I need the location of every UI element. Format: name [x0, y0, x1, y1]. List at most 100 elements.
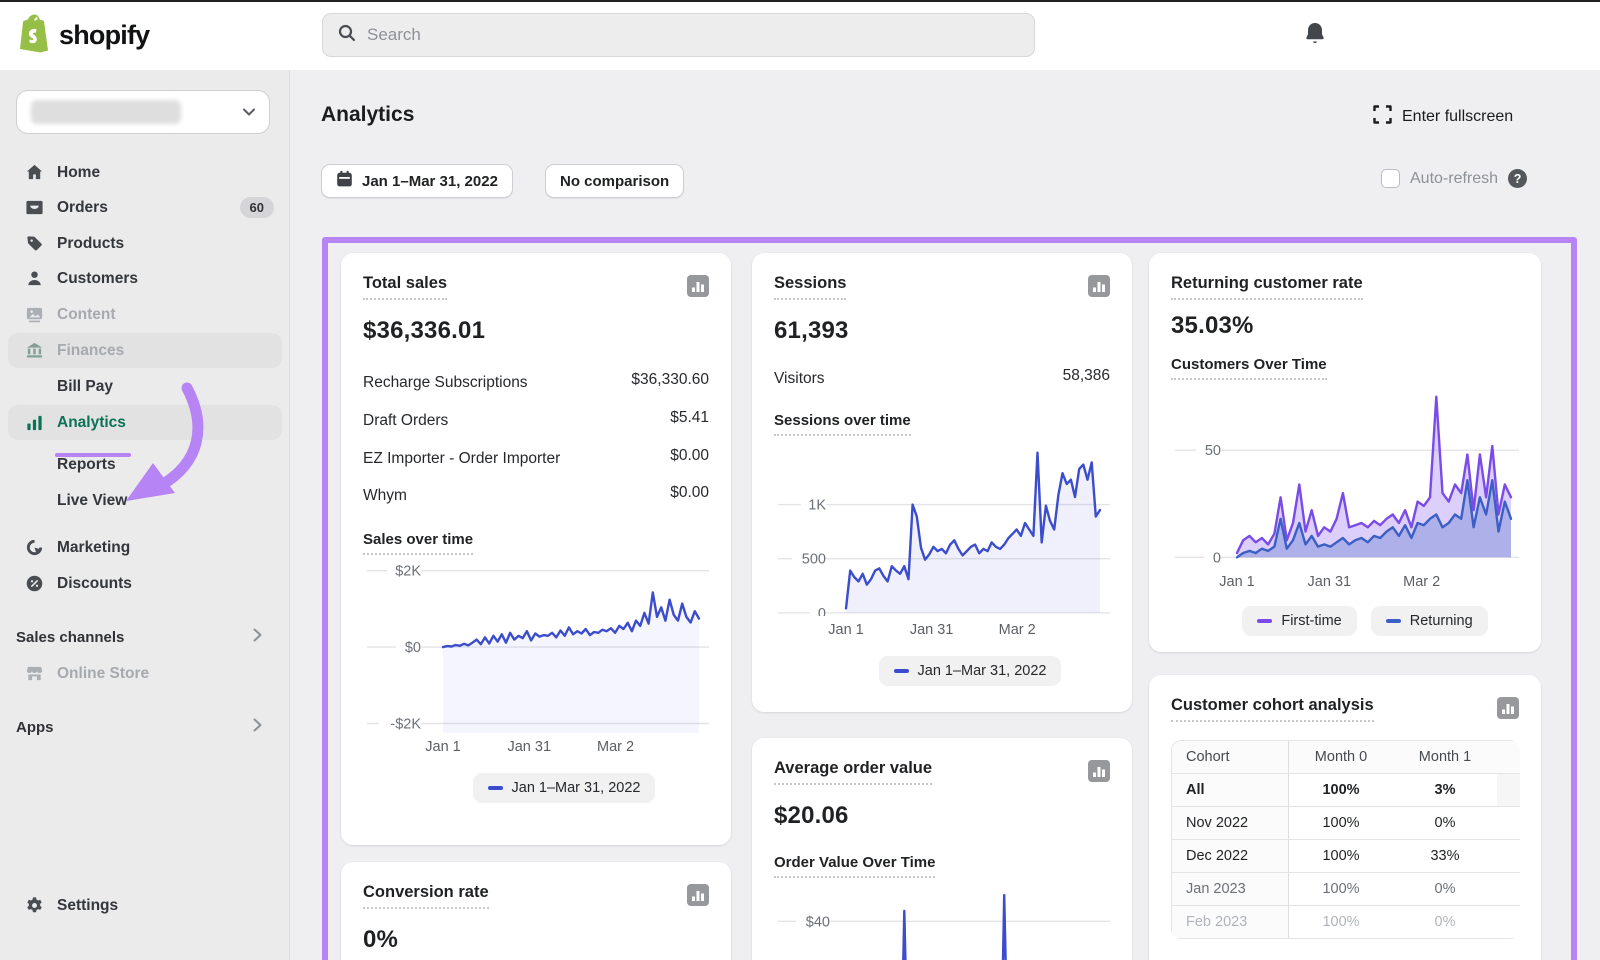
view-report-chart-icon[interactable]: [687, 275, 709, 302]
sidebar-item-home[interactable]: Home: [8, 155, 282, 190]
x-axis-labels: Jan 1 Jan 31 Mar 2: [774, 622, 1110, 644]
store-selector[interactable]: [16, 90, 270, 134]
sales-over-time-chart: $2K$0-$2K: [363, 565, 709, 733]
sidebar-item-discounts[interactable]: Discounts: [8, 566, 282, 601]
svg-text:50: 50: [1205, 443, 1221, 459]
card-conversion-rate: Conversion rate 0%: [341, 862, 731, 960]
page-title: Analytics: [321, 103, 414, 127]
cohort-row[interactable]: Dec 2022100%33%: [1171, 840, 1520, 873]
image-icon: [24, 304, 45, 325]
help-question-icon[interactable]: ?: [1508, 169, 1527, 188]
cohort-row[interactable]: Feb 2023100%0%: [1171, 906, 1520, 939]
tag-icon: [24, 233, 45, 254]
sidebar-section-sales-channels[interactable]: Sales channels: [16, 620, 274, 654]
sidebar-item-live-view[interactable]: Live View: [8, 483, 282, 518]
comparison-button[interactable]: No comparison: [545, 164, 684, 198]
card-title[interactable]: Conversion rate: [363, 883, 489, 909]
sidebar-item-content[interactable]: Content: [8, 297, 282, 332]
search-input[interactable]: [367, 25, 1020, 45]
sidebar-item-finances[interactable]: Finances: [8, 333, 282, 368]
card-total-sales: Total sales $36,336.01 Recharge Subscrip…: [341, 253, 731, 845]
svg-text:$40: $40: [806, 914, 830, 930]
sidebar-item-products[interactable]: Products: [8, 226, 282, 261]
customers-over-time-chart: 500: [1171, 386, 1519, 568]
search-icon: [337, 23, 357, 48]
shopify-logo[interactable]: shopify: [16, 13, 149, 58]
shopify-admin: shopify Home Orders 60: [0, 0, 1600, 960]
sidebar-item-orders[interactable]: Orders 60: [8, 190, 282, 225]
global-search[interactable]: [322, 13, 1035, 57]
order-value-over-time-chart: $40: [774, 890, 1110, 960]
sidebar-item-marketing[interactable]: Marketing: [8, 530, 282, 565]
x-tick-label: Jan 1: [828, 622, 863, 638]
shopify-bag-icon: [16, 13, 52, 58]
cohort-row[interactable]: Nov 2022100%0%: [1171, 807, 1520, 840]
view-report-chart-icon[interactable]: [1088, 760, 1110, 787]
shopify-wordmark: shopify: [59, 20, 149, 51]
enter-fullscreen-button[interactable]: Enter fullscreen: [1373, 105, 1513, 129]
chart-subtitle[interactable]: Order Value Over Time: [774, 854, 935, 878]
notifications-bell-icon[interactable]: [1300, 20, 1330, 50]
chart-subtitle[interactable]: Sessions over time: [774, 412, 911, 436]
fullscreen-icon: [1373, 105, 1392, 129]
bank-icon: [24, 340, 45, 361]
card-title[interactable]: Average order value: [774, 759, 932, 785]
svg-text:500: 500: [802, 551, 826, 567]
sidebar-section-apps[interactable]: Apps: [16, 710, 274, 744]
storefront-icon: [24, 663, 45, 684]
legend-dash: [488, 786, 503, 790]
auto-refresh-label: Auto-refresh: [1410, 170, 1498, 188]
x-tick-label: Jan 31: [507, 739, 551, 755]
sessions-value: 61,393: [774, 317, 1110, 345]
calendar-icon: [336, 170, 353, 192]
gear-icon: [24, 895, 45, 916]
discount-badge-icon: [24, 573, 45, 594]
metric-row: Recharge Subscriptions$36,330.60: [363, 371, 709, 396]
card-title[interactable]: Sessions: [774, 274, 846, 300]
returning-customer-rate-value: 35.03%: [1171, 312, 1519, 340]
view-report-chart-icon[interactable]: [1497, 697, 1519, 724]
sidebar-item-analytics[interactable]: Analytics: [8, 405, 282, 440]
auto-refresh-checkbox[interactable]: [1381, 169, 1400, 188]
store-name-redacted: [31, 100, 181, 124]
cohort-row[interactable]: Jan 2023100%0%: [1171, 873, 1520, 906]
card-average-order-value: Average order value $20.06 Order Value O…: [752, 738, 1132, 960]
aov-value: $20.06: [774, 802, 1110, 830]
annotation-underline-analytics: [55, 453, 131, 457]
svg-text:1K: 1K: [808, 497, 826, 513]
chart-subtitle[interactable]: Customers Over Time: [1171, 356, 1327, 380]
chevron-right-icon: [253, 628, 262, 646]
card-title[interactable]: Customer cohort analysis: [1171, 696, 1374, 722]
x-axis-labels: Jan 1Jan 31Mar 2: [1171, 574, 1519, 596]
metric-row: Draft Orders$5.41: [363, 409, 709, 434]
view-report-chart-icon[interactable]: [687, 884, 709, 911]
svg-text:-$2K: -$2K: [390, 717, 421, 733]
x-axis-labels: Jan 1Jan 31Mar 2: [363, 739, 709, 761]
chart-subtitle[interactable]: Sales over time: [363, 531, 473, 555]
card-title[interactable]: Total sales: [363, 274, 447, 300]
conversion-rate-value: 0%: [363, 926, 709, 954]
cohort-row-all[interactable]: All100%3%: [1171, 774, 1520, 807]
sessions-over-time-chart: 1K5000: [774, 444, 1110, 616]
home-icon: [24, 162, 45, 183]
cohort-table: CohortMonth 0Month 1Mon All100%3% Nov 20…: [1171, 740, 1520, 939]
x-tick-label: Mar 2: [999, 622, 1036, 638]
card-title[interactable]: Returning customer rate: [1171, 274, 1363, 300]
auto-refresh-control: Auto-refresh ?: [1381, 169, 1527, 188]
cohort-header-row: CohortMonth 0Month 1Mon: [1171, 740, 1520, 774]
total-sales-value: $36,336.01: [363, 317, 709, 345]
date-range-button[interactable]: Jan 1–Mar 31, 2022: [321, 164, 513, 198]
sidebar-item-reports[interactable]: Reports: [8, 447, 282, 482]
person-icon: [24, 268, 45, 289]
sidebar-item-bill-pay[interactable]: Bill Pay: [8, 369, 282, 404]
x-tick-label: Jan 31: [910, 622, 954, 638]
x-tick-label: Jan 1: [425, 739, 460, 755]
sidebar-item-online-store[interactable]: Online Store: [8, 656, 282, 691]
view-report-chart-icon[interactable]: [1088, 275, 1110, 302]
chart-legend: Jan 1–Mar 31, 2022: [830, 656, 1110, 686]
chart-legend: Jan 1–Mar 31, 2022: [419, 773, 709, 803]
x-tick-label: Jan 1: [1219, 574, 1254, 590]
sidebar-item-customers[interactable]: Customers: [8, 261, 282, 296]
topbar: shopify: [0, 0, 1600, 70]
sidebar-item-settings[interactable]: Settings: [8, 888, 282, 923]
